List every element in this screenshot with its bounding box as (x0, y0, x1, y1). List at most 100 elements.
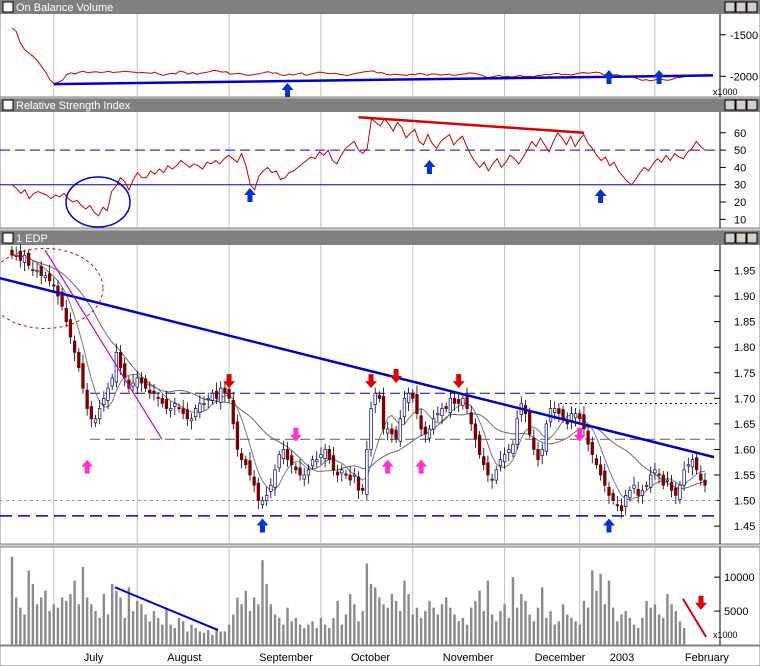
price-candle (210, 392, 215, 401)
price-candle (206, 397, 210, 400)
volume-bar (424, 611, 427, 645)
price-candle (590, 441, 594, 455)
price-candle (340, 469, 344, 474)
volume-bar (582, 600, 586, 645)
volume-bar (403, 580, 406, 645)
volume-bar (566, 614, 569, 645)
price-candle (160, 397, 164, 404)
volume-bar (286, 607, 289, 645)
rsi-panel-title: Relative Strength Index (16, 100, 131, 112)
price-candle (352, 474, 356, 477)
volume-bar (340, 624, 344, 645)
price-minimize-button[interactable] (724, 232, 736, 244)
price-candle (85, 389, 89, 409)
rsi-panel-menu-icon[interactable] (2, 99, 14, 111)
price-candle (331, 455, 336, 471)
price-y-tick-label: 1.65 (734, 419, 755, 431)
price-candle (248, 460, 252, 476)
price-candle (494, 469, 498, 481)
price-candle (335, 471, 340, 476)
rsi-close-button[interactable] (746, 99, 758, 111)
volume-bar (269, 604, 273, 645)
price-candle (469, 412, 473, 425)
price-candle (235, 421, 240, 450)
volume-bar (682, 628, 686, 645)
volume-bar (48, 611, 51, 645)
volume-bar (248, 611, 252, 645)
price-candle (77, 351, 81, 369)
price-candle (686, 464, 690, 467)
price-candle (373, 392, 377, 405)
volume-bar (637, 628, 640, 645)
price-candle (386, 428, 390, 434)
volume-bar (599, 573, 602, 645)
obv-minimize-button[interactable] (724, 1, 736, 13)
volume-bar (369, 583, 373, 645)
price-candle (423, 426, 427, 435)
volume-bar (357, 621, 360, 645)
volume-bar (611, 607, 615, 645)
chart-window: On Balance Volume x1000 Relative Strengt… (0, 0, 760, 666)
price-maximize-button[interactable] (735, 232, 747, 244)
volume-bar (265, 583, 268, 645)
volume-bar (595, 590, 598, 645)
volume-bar (140, 604, 143, 645)
rsi-y-tick-label: 20 (734, 197, 746, 209)
volume-bar (27, 570, 30, 645)
volume-bar (344, 614, 348, 645)
price-candle (619, 505, 624, 512)
price-candle (473, 423, 478, 440)
price-y-tick-label: 1.95 (734, 266, 755, 278)
price-candle (611, 493, 615, 501)
volume-bar (202, 632, 206, 645)
volume-bar (131, 611, 135, 645)
volume-bar (127, 587, 131, 645)
volume-bar (227, 624, 231, 645)
volume-bar (252, 597, 256, 645)
price-candle (657, 473, 661, 476)
volume-bar (399, 611, 402, 645)
price-candle (381, 395, 386, 430)
volume-bar (307, 624, 310, 645)
volume-bar (35, 604, 39, 645)
volume-bar (31, 583, 35, 645)
obv-close-button[interactable] (746, 1, 758, 13)
volume-bar (390, 594, 394, 645)
volume-y-tick-label: 10000 (724, 572, 755, 584)
price-candle (477, 434, 482, 455)
volume-bar (603, 604, 607, 645)
price-candle (486, 462, 490, 476)
obv-panel-menu-icon[interactable] (2, 1, 14, 13)
obv-maximize-button[interactable] (735, 1, 747, 13)
price-panel-background (0, 230, 760, 545)
price-candle (511, 443, 515, 454)
price-candle (452, 397, 457, 404)
price-y-tick-label: 1.70 (734, 393, 755, 405)
volume-bar (169, 624, 172, 645)
volume-bar (382, 604, 385, 645)
price-candle (27, 252, 31, 266)
price-candle (14, 254, 18, 257)
volume-bar (378, 597, 381, 645)
price-close-button[interactable] (746, 232, 758, 244)
price-candle (227, 388, 231, 399)
rsi-window-controls (724, 99, 758, 111)
price-candle (344, 473, 348, 476)
price-panel-menu-icon[interactable] (2, 232, 14, 244)
price-title-bar (0, 231, 760, 245)
volume-bar (207, 630, 210, 645)
rsi-minimize-button[interactable] (724, 99, 736, 111)
rsi-maximize-button[interactable] (735, 99, 747, 111)
volume-bar (394, 600, 398, 645)
price-candle (498, 459, 503, 467)
volume-bar (73, 580, 76, 645)
price-candle (682, 469, 686, 486)
volume-bar (432, 607, 435, 645)
volume-bar (240, 604, 243, 645)
price-candle (290, 455, 294, 466)
price-candle (168, 408, 173, 411)
volume-bar (620, 614, 623, 645)
volume-bar (503, 604, 506, 645)
price-candle (285, 449, 290, 461)
volume-bar (186, 631, 189, 645)
